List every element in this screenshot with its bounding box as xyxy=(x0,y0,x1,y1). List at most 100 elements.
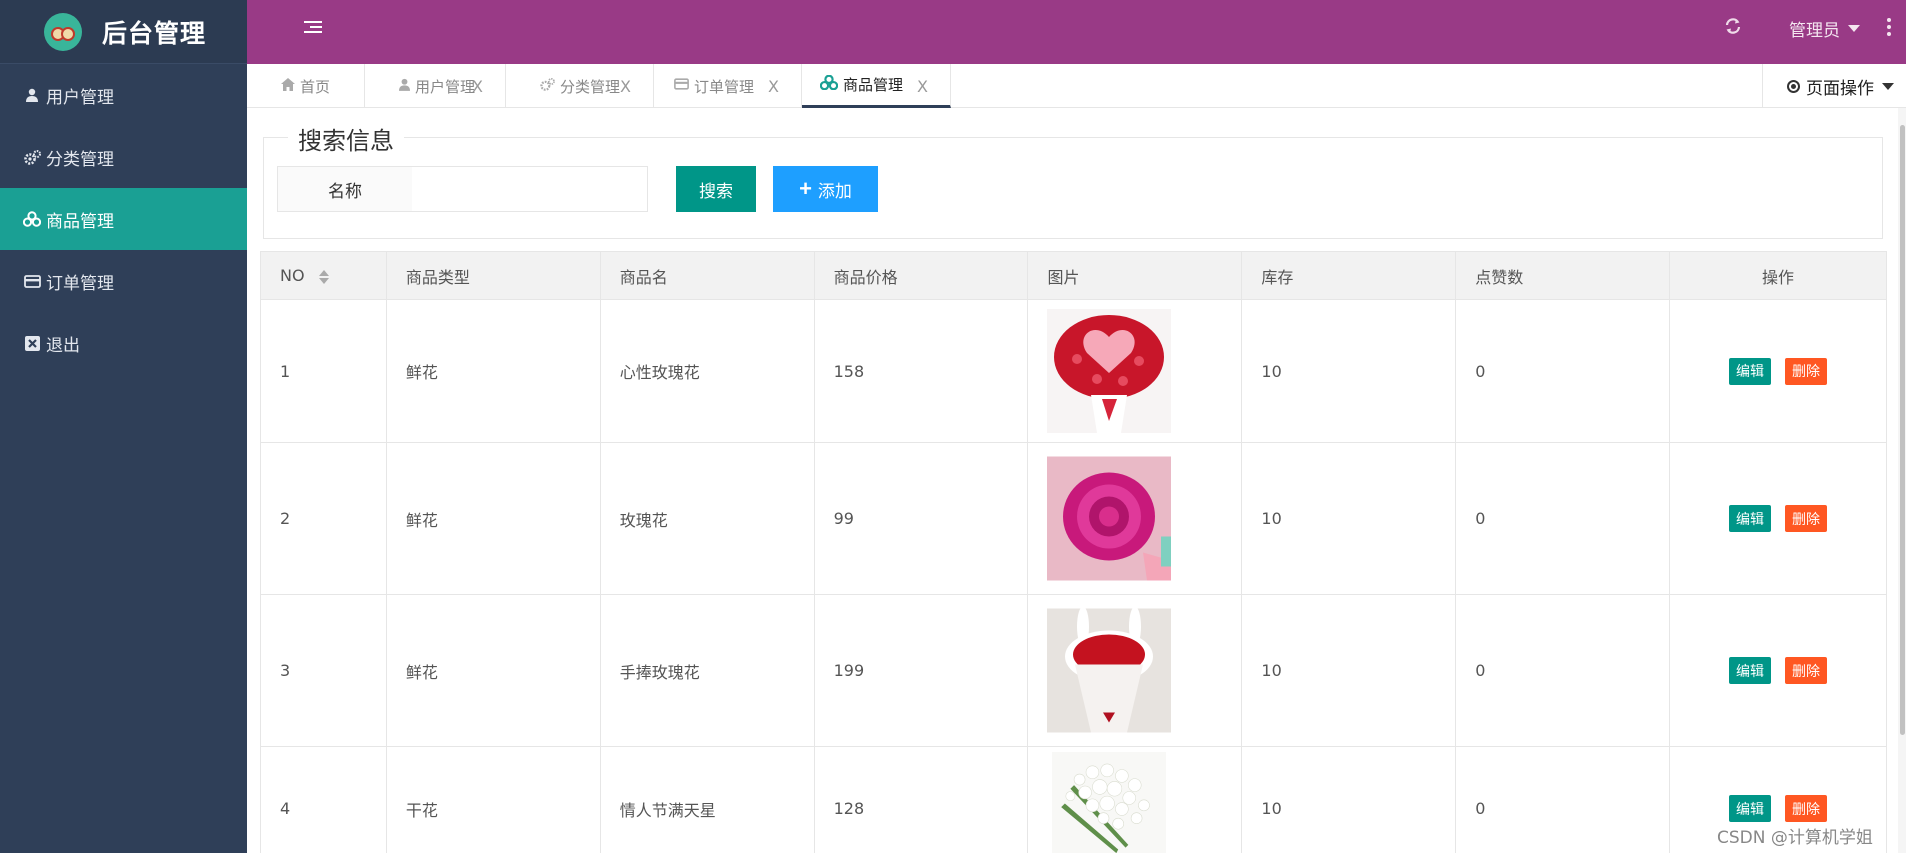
cell-likes: 0 xyxy=(1455,299,1671,443)
column-header-label: NO xyxy=(280,266,305,285)
cell-price: 158 xyxy=(813,299,1029,443)
cell-price: 99 xyxy=(813,442,1029,595)
top-header: 管理员 xyxy=(247,0,1906,64)
menu-toggle-icon[interactable] xyxy=(302,18,324,40)
tab-close-icon[interactable]: X xyxy=(472,77,483,96)
column-header-no[interactable]: NO xyxy=(260,251,387,300)
cell-image xyxy=(1027,746,1243,853)
chevron-down-icon xyxy=(1882,82,1894,90)
cell-likes: 0 xyxy=(1455,746,1671,853)
cell-no: 4 xyxy=(260,746,387,853)
add-button[interactable]: + 添加 xyxy=(773,166,878,212)
sidebar-item-logout[interactable]: 退出 xyxy=(0,312,247,374)
sidebar-item-users[interactable]: 用户管理 xyxy=(0,64,247,126)
delete-button[interactable]: 删除 xyxy=(1785,357,1828,385)
sidebar-item-products[interactable]: 商品管理 xyxy=(0,188,247,250)
edit-button[interactable]: 编辑 xyxy=(1729,505,1772,532)
scrollbar-thumb[interactable] xyxy=(1900,125,1905,735)
table-row: 2 鲜花 玫瑰花 99 10 0 编辑 删除 xyxy=(260,442,1887,595)
tab-label: 首页 xyxy=(300,77,331,96)
cell-name: 手捧玫瑰花 xyxy=(599,594,815,747)
search-fieldset: 搜索信息 名称 搜索 + 添加 xyxy=(263,121,1883,239)
edit-button[interactable]: 编辑 xyxy=(1729,795,1772,822)
cubes-icon xyxy=(23,211,41,227)
table-header-row: NO 商品类型 商品名 商品价格 图片 库存 点赞数 操作 xyxy=(260,251,1887,300)
plus-icon: + xyxy=(799,176,812,201)
admin-user-menu[interactable]: 管理员 xyxy=(1789,16,1860,41)
cell-actions: 编辑 删除 xyxy=(1669,594,1887,747)
tab-close-icon[interactable]: X xyxy=(768,77,779,96)
cell-no: 3 xyxy=(260,594,387,747)
column-header-type: 商品类型 xyxy=(385,251,601,300)
sort-icon[interactable] xyxy=(318,269,329,285)
tab-products[interactable]: 商品管理 X xyxy=(802,64,951,108)
chevron-down-icon xyxy=(1848,25,1860,32)
product-image xyxy=(1047,456,1172,581)
cell-type: 干花 xyxy=(385,746,601,853)
logo-bar: 后台管理 xyxy=(0,0,247,64)
delete-button[interactable]: 删除 xyxy=(1785,505,1828,532)
watermark: CSDN @计算机学姐 xyxy=(1717,828,1873,848)
product-image xyxy=(1047,309,1172,433)
home-icon xyxy=(281,77,295,95)
cell-stock: 10 xyxy=(1241,299,1457,443)
sidebar: 后台管理 用户管理 分类管理 商品管理 订单管理 退出 xyxy=(0,0,247,853)
sidebar-item-orders[interactable]: 订单管理 xyxy=(0,250,247,312)
cell-image xyxy=(1027,299,1243,443)
table-row: 3 鲜花 手捧玫瑰花 199 10 0 编辑 删除 xyxy=(260,594,1887,747)
cell-stock: 10 xyxy=(1241,746,1457,853)
cell-type: 鲜花 xyxy=(385,442,601,595)
cell-actions: 编辑 删除 xyxy=(1669,442,1887,595)
cell-type: 鲜花 xyxy=(385,299,601,443)
add-button-label: 添加 xyxy=(817,181,852,201)
tab-close-icon[interactable]: X xyxy=(620,77,631,96)
cell-likes: 0 xyxy=(1455,594,1671,747)
edit-button[interactable]: 编辑 xyxy=(1729,357,1772,385)
cell-name: 情人节满天星 xyxy=(599,746,815,853)
tab-label: 用户管理 xyxy=(415,77,476,96)
delete-button[interactable]: 删除 xyxy=(1785,657,1828,684)
sidebar-item-label: 用户管理 xyxy=(46,87,114,108)
column-header-image: 图片 xyxy=(1027,251,1243,300)
name-search-input[interactable] xyxy=(412,166,648,212)
credit-card-icon xyxy=(23,274,41,288)
user-icon xyxy=(399,78,410,95)
gears-icon xyxy=(23,149,41,165)
sidebar-item-label: 订单管理 xyxy=(46,273,114,294)
tab-orders[interactable]: 订单管理 X xyxy=(654,64,802,108)
sidebar-item-label: 商品管理 xyxy=(46,211,114,232)
search-button[interactable]: 搜索 xyxy=(676,166,756,212)
sidebar-item-categories[interactable]: 分类管理 xyxy=(0,126,247,188)
cell-image xyxy=(1027,594,1243,747)
table-row: 1 鲜花 心性玫瑰花 158 10 0 编辑 删除 xyxy=(260,299,1887,443)
edit-button[interactable]: 编辑 xyxy=(1729,657,1772,684)
sidebar-item-label: 分类管理 xyxy=(46,149,114,170)
page-operations-menu[interactable]: 页面操作 xyxy=(1762,64,1906,108)
tab-users[interactable]: 用户管理 X xyxy=(365,64,506,108)
search-legend: 搜索信息 xyxy=(288,121,404,156)
logo-icon xyxy=(44,12,82,51)
cell-no: 1 xyxy=(260,299,387,443)
tab-label: 商品管理 xyxy=(843,76,904,94)
table-row: 4 干花 情人节满天星 128 10 0 编辑 删除 xyxy=(260,746,1887,853)
product-image xyxy=(1047,606,1172,733)
tab-bar: 首页 用户管理 X 分类管理 X 订单管理 X 商品管理 X 页面操作 xyxy=(247,64,1906,108)
column-header-likes: 点赞数 xyxy=(1455,251,1671,300)
tab-close-icon[interactable]: X xyxy=(917,77,928,96)
cubes-icon xyxy=(819,74,839,94)
refresh-icon[interactable] xyxy=(1724,16,1742,40)
cell-stock: 10 xyxy=(1241,594,1457,747)
tab-home[interactable]: 首页 xyxy=(247,64,365,108)
gears-icon xyxy=(540,77,555,95)
cell-type: 鲜花 xyxy=(385,594,601,747)
user-icon xyxy=(23,88,41,102)
more-vertical-icon[interactable] xyxy=(1887,18,1891,39)
tab-categories[interactable]: 分类管理 X xyxy=(506,64,654,108)
column-header-name: 商品名 xyxy=(599,251,815,300)
cell-name: 玫瑰花 xyxy=(599,442,815,595)
cell-actions: 编辑 删除 xyxy=(1669,299,1887,443)
delete-button[interactable]: 删除 xyxy=(1785,795,1828,822)
target-icon xyxy=(1787,79,1800,93)
sidebar-item-label: 退出 xyxy=(46,335,80,356)
tab-label: 分类管理 xyxy=(560,77,621,96)
